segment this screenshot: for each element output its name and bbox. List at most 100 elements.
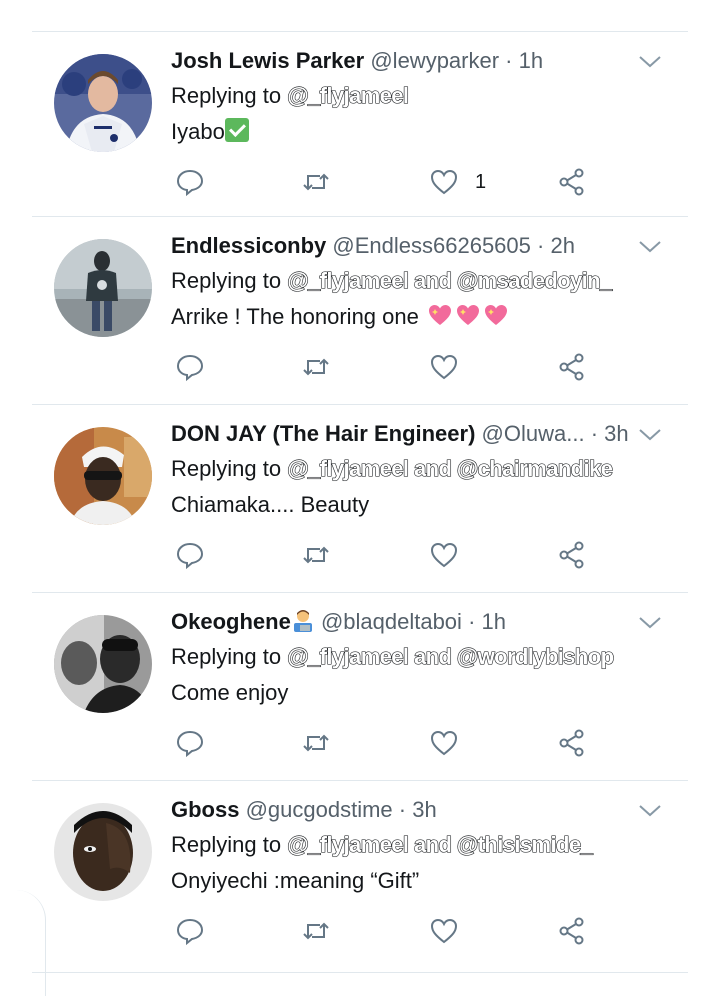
chevron-down-icon[interactable] [638, 427, 662, 443]
avatar[interactable] [54, 803, 152, 901]
mention-and: and [408, 455, 457, 481]
tweet-text-content: Onyiyechi :meaning “Gift” [171, 868, 420, 893]
chevron-down-icon[interactable] [638, 54, 662, 70]
avatar[interactable] [54, 615, 152, 713]
tweet-text: Arrike ! The honoring one [171, 302, 509, 332]
retweet-button[interactable] [301, 538, 331, 572]
tweet-actions [171, 350, 611, 384]
timestamp[interactable]: 3h [412, 797, 436, 822]
separator-dot: · [468, 609, 476, 634]
replying-to-label: Replying to [171, 268, 288, 293]
reply-button[interactable] [175, 914, 205, 948]
retweet-button[interactable] [301, 726, 331, 760]
separator-dot: · [590, 421, 599, 446]
tweet-header: DON JAY (The Hair Engineer) @Oluwa... · … [171, 420, 629, 448]
avatar[interactable] [54, 54, 152, 152]
author-handle[interactable]: @Oluwa... [482, 421, 585, 446]
reply-button[interactable] [175, 538, 205, 572]
reply-feed: Josh Lewis Parker @lewyparker · 1h Reply… [32, 32, 688, 969]
timestamp[interactable]: 1h [519, 48, 543, 73]
author-name[interactable]: Gboss [171, 797, 239, 822]
tweet-header: Endlessiconby @Endless66265605 · 2h [171, 232, 575, 260]
reply-button[interactable] [175, 726, 205, 760]
retweet-button[interactable] [301, 350, 331, 384]
replying-to: Replying to @_flyjameel and @thisismide_ [171, 831, 593, 859]
author-name[interactable]: Endlessiconby [171, 233, 326, 258]
chevron-down-icon[interactable] [638, 615, 662, 631]
share-button[interactable] [557, 914, 587, 948]
share-button[interactable] [557, 165, 587, 199]
mention-link[interactable]: @wordlybishop [456, 643, 614, 669]
author-handle[interactable]: @gucgodstime [246, 797, 393, 822]
author-name[interactable]: DON JAY (The Hair Engineer) [171, 421, 475, 446]
reply-icon [176, 730, 204, 758]
tweet-text-content: Arrike ! The honoring one [171, 304, 425, 329]
replying-to-label: Replying to [171, 644, 288, 669]
share-button[interactable] [557, 538, 587, 572]
like-button[interactable] [429, 350, 459, 384]
mention-link[interactable]: @thisismide_ [456, 831, 593, 857]
tweet[interactable]: Gboss @gucgodstime · 3h Replying to @_fl… [32, 781, 688, 969]
retweet-button[interactable] [301, 914, 331, 948]
like-button[interactable] [429, 726, 459, 760]
mention-link[interactable]: @msadedoyin_ [456, 267, 613, 293]
avatar[interactable] [54, 239, 152, 337]
replying-to: Replying to @_flyjameel and @wordlybisho… [171, 643, 615, 671]
author-name[interactable]: Okeoghene [171, 609, 291, 634]
mention-link[interactable]: @_flyjameel [287, 643, 410, 669]
tweet[interactable]: DON JAY (The Hair Engineer) @Oluwa... · … [32, 405, 688, 593]
heart-icon [430, 354, 458, 380]
tweet-header: Gboss @gucgodstime · 3h [171, 796, 437, 824]
share-icon [559, 729, 584, 757]
mention-and: and [408, 831, 457, 857]
share-icon [559, 353, 584, 381]
share-button[interactable] [557, 726, 587, 760]
chevron-down-icon[interactable] [638, 803, 662, 819]
mention-link[interactable]: @_flyjameel [287, 831, 410, 857]
share-button[interactable] [557, 350, 587, 384]
timestamp[interactable]: 1h [482, 609, 506, 634]
separator-dot: · [505, 48, 513, 73]
replying-to: Replying to @_flyjameel and @msadedoyin_ [171, 267, 613, 295]
mention-link[interactable]: @chairmandike [456, 455, 613, 481]
tweet-text: Chiamaka.... Beauty [171, 490, 369, 520]
heart-icon [430, 730, 458, 756]
like-button[interactable]: 1 [429, 165, 486, 199]
mention-link[interactable]: @_flyjameel [287, 267, 410, 293]
like-button[interactable] [429, 538, 459, 572]
retweet-icon [303, 546, 329, 564]
tweet-text: Come enjoy [171, 678, 288, 708]
reply-icon [176, 169, 204, 197]
retweet-icon [303, 173, 329, 191]
author-handle[interactable]: @lewyparker [370, 48, 499, 73]
bottom-divider [32, 972, 688, 973]
timestamp[interactable]: 3h [604, 421, 628, 446]
reply-icon [176, 542, 204, 570]
tweet[interactable]: Okeoghene @blaqdeltaboi · 1h Replying to… [32, 593, 688, 781]
chevron-down-icon[interactable] [638, 239, 662, 255]
tweet[interactable]: Endlessiconby @Endless66265605 · 2h Repl… [32, 217, 688, 405]
share-icon [559, 168, 584, 196]
retweet-icon [303, 734, 329, 752]
share-icon [559, 541, 584, 569]
author-name[interactable]: Josh Lewis Parker [171, 48, 364, 73]
tweet-actions [171, 538, 611, 572]
heart-icon [430, 918, 458, 944]
heart-icon [430, 542, 458, 568]
mention-link[interactable]: @_flyjameel [287, 82, 410, 108]
heart-icon [430, 169, 458, 195]
reply-button[interactable] [175, 350, 205, 384]
mention-and: and [408, 267, 457, 293]
replying-to: Replying to @_flyjameel [171, 82, 410, 110]
reply-button[interactable] [175, 165, 205, 199]
tweet[interactable]: Josh Lewis Parker @lewyparker · 1h Reply… [32, 32, 688, 217]
avatar[interactable] [54, 427, 152, 525]
author-handle[interactable]: @blaqdeltaboi [321, 609, 462, 634]
sparkling-heart-emoji [456, 305, 479, 325]
mention-link[interactable]: @_flyjameel [287, 455, 410, 481]
replying-to-label: Replying to [171, 83, 288, 108]
like-button[interactable] [429, 914, 459, 948]
timestamp[interactable]: 2h [550, 233, 574, 258]
author-handle[interactable]: @Endless66265605 [332, 233, 530, 258]
retweet-button[interactable] [301, 165, 331, 199]
